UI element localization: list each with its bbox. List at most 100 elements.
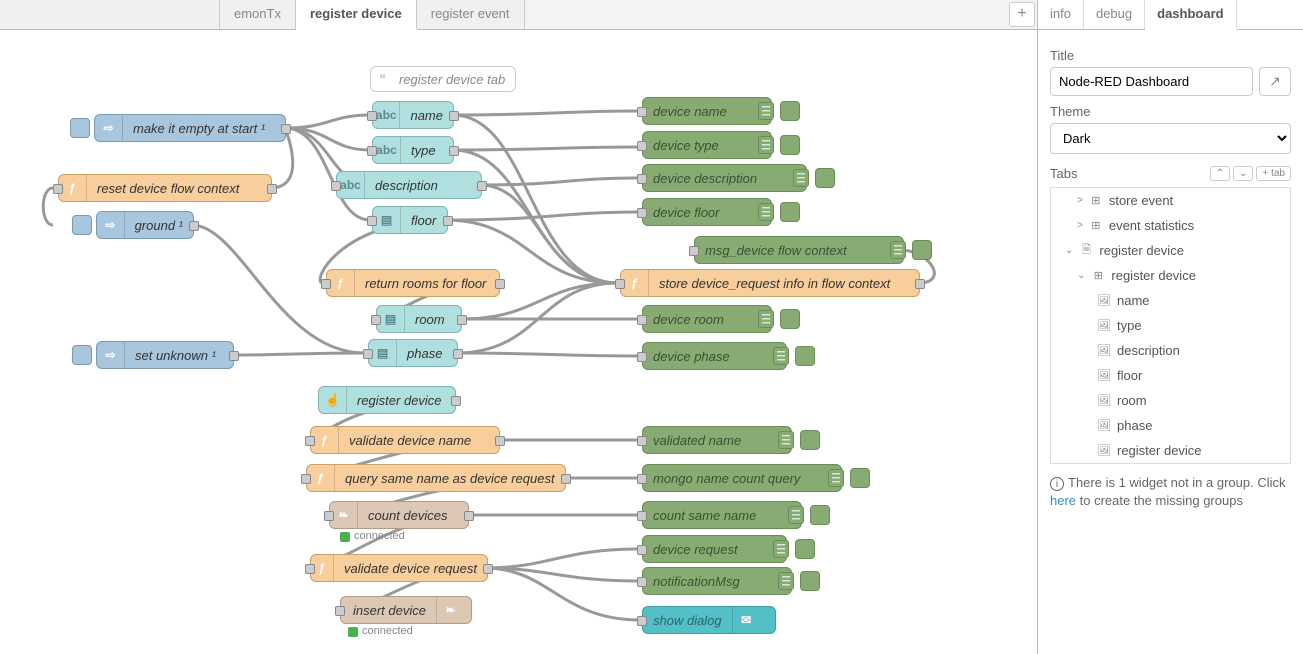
- ui-notification-node[interactable]: show dialog✉: [642, 606, 776, 634]
- mail-icon: ✉: [732, 607, 760, 633]
- sidebar-tab-debug[interactable]: debug: [1084, 0, 1145, 29]
- tabs-label: Tabs: [1050, 166, 1077, 181]
- debug-node[interactable]: device phase: [642, 342, 787, 370]
- debug-toggle[interactable]: [780, 309, 800, 329]
- ui-dropdown-node[interactable]: ▤room: [376, 305, 462, 333]
- workspace-tab[interactable]: register event: [417, 0, 525, 29]
- workspace-tab[interactable]: register device: [296, 0, 417, 30]
- debug-node[interactable]: device description: [642, 164, 807, 192]
- tree-group[interactable]: >⊞event statistics: [1051, 213, 1290, 238]
- tree-group[interactable]: ⌄⊞register device: [1051, 263, 1290, 288]
- tree-widget[interactable]: 🖼description: [1051, 338, 1290, 363]
- image-icon: 🖼: [1097, 369, 1111, 383]
- tree-widget[interactable]: 🖼type: [1051, 313, 1290, 338]
- debug-bars-icon: [773, 347, 789, 365]
- debug-bars-icon: [778, 431, 794, 449]
- function-node[interactable]: ƒvalidate device name: [310, 426, 500, 454]
- flow-canvas[interactable]: register device tab ⇨make it empty at st…: [0, 30, 1037, 654]
- inject-node[interactable]: ⇨set unknown ¹: [96, 341, 234, 369]
- open-dashboard-button[interactable]: ↗: [1259, 67, 1291, 96]
- debug-toggle[interactable]: [780, 135, 800, 155]
- debug-toggle[interactable]: [780, 101, 800, 121]
- sidebar-tab-info[interactable]: info: [1038, 0, 1084, 29]
- image-icon: 🖼: [1097, 419, 1111, 433]
- ui-dropdown-node[interactable]: ▤phase: [368, 339, 458, 367]
- tree-widget[interactable]: 🖼phase: [1051, 413, 1290, 438]
- ui-text-input-node[interactable]: abcdescription: [336, 171, 482, 199]
- inject-node[interactable]: ⇨ground ¹: [96, 211, 194, 239]
- function-node[interactable]: ƒquery same name as device request: [306, 464, 566, 492]
- workspace-tab[interactable]: [0, 0, 220, 29]
- ui-text-input-node[interactable]: abctype: [372, 136, 454, 164]
- inject-button[interactable]: [70, 118, 90, 138]
- flow-editor: emonTx register device register event +: [0, 0, 1038, 654]
- add-tab-button[interactable]: + tab: [1256, 166, 1291, 181]
- debug-toggle[interactable]: [800, 571, 820, 591]
- ui-text-input-node[interactable]: abcname: [372, 101, 454, 129]
- tree-widget[interactable]: 🖼floor: [1051, 363, 1290, 388]
- abc-icon: abc: [373, 137, 401, 163]
- collapse-button[interactable]: ⌃: [1210, 166, 1230, 181]
- tree-tab[interactable]: ⌄🗎register device: [1051, 238, 1290, 263]
- page-icon: 🗎: [1079, 244, 1093, 258]
- mongodb-node[interactable]: ❧count devices: [329, 501, 469, 529]
- function-node[interactable]: ƒreset device flow context: [58, 174, 272, 202]
- image-icon: 🖼: [1097, 294, 1111, 308]
- debug-node[interactable]: device name: [642, 97, 772, 125]
- sidebar-tabs: info debug dashboard: [1038, 0, 1303, 30]
- debug-toggle[interactable]: [795, 346, 815, 366]
- image-icon: 🖼: [1097, 444, 1111, 458]
- comment-node[interactable]: register device tab: [370, 66, 516, 92]
- dashboard-title-input[interactable]: [1050, 67, 1253, 96]
- debug-toggle[interactable]: [850, 468, 870, 488]
- debug-bars-icon: [758, 136, 774, 154]
- expand-button[interactable]: ⌄: [1233, 166, 1253, 181]
- debug-bars-icon: [828, 469, 844, 487]
- function-node[interactable]: ƒreturn rooms for floor: [326, 269, 500, 297]
- debug-node[interactable]: count same name: [642, 501, 802, 529]
- debug-toggle[interactable]: [912, 240, 932, 260]
- inject-button[interactable]: [72, 215, 92, 235]
- mongodb-node[interactable]: insert device❧: [340, 596, 472, 624]
- ui-button-node[interactable]: ☝register device: [318, 386, 456, 414]
- debug-toggle[interactable]: [815, 168, 835, 188]
- tree-widget[interactable]: 🖼name: [1051, 288, 1290, 313]
- status-text: connected: [354, 530, 405, 542]
- arrow-icon: ⇨: [95, 115, 123, 141]
- debug-node[interactable]: notificationMsg: [642, 567, 792, 595]
- debug-node[interactable]: msg_device flow context: [694, 236, 904, 264]
- ui-dropdown-node[interactable]: ▤floor: [372, 206, 448, 234]
- tree-widget[interactable]: 🖼room: [1051, 388, 1290, 413]
- status-dot: [340, 532, 350, 542]
- dashboard-tree: >⊞store event >⊞event statistics ⌄🗎regis…: [1050, 187, 1291, 464]
- arrow-icon: ⇨: [97, 212, 125, 238]
- add-tab-button[interactable]: +: [1009, 2, 1035, 27]
- debug-node[interactable]: device room: [642, 305, 772, 333]
- theme-select[interactable]: Dark: [1050, 123, 1291, 154]
- debug-node[interactable]: device request: [642, 535, 787, 563]
- debug-toggle[interactable]: [800, 430, 820, 450]
- leaf-icon: ❧: [330, 502, 358, 528]
- function-icon: ƒ: [621, 270, 649, 296]
- tree-widget[interactable]: 🖼register device: [1051, 438, 1290, 463]
- function-node[interactable]: ƒvalidate device request: [310, 554, 488, 582]
- debug-toggle[interactable]: [810, 505, 830, 525]
- inject-button[interactable]: [72, 345, 92, 365]
- debug-node[interactable]: mongo name count query: [642, 464, 842, 492]
- status-dot: [348, 627, 358, 637]
- form-icon: ▤: [377, 306, 405, 332]
- function-node[interactable]: ƒstore device_request info in flow conte…: [620, 269, 920, 297]
- debug-node[interactable]: device floor: [642, 198, 772, 226]
- theme-label: Theme: [1050, 104, 1291, 119]
- create-groups-link[interactable]: here: [1050, 493, 1076, 508]
- debug-toggle[interactable]: [795, 539, 815, 559]
- tree-group[interactable]: >⊞store event: [1051, 188, 1290, 213]
- info-icon: i: [1050, 477, 1064, 491]
- sidebar-tab-dashboard[interactable]: dashboard: [1145, 0, 1236, 30]
- workspace-tab[interactable]: emonTx: [220, 0, 296, 29]
- debug-node[interactable]: validated name: [642, 426, 792, 454]
- function-icon: ƒ: [311, 427, 339, 453]
- debug-node[interactable]: device type: [642, 131, 772, 159]
- debug-toggle[interactable]: [780, 202, 800, 222]
- inject-node[interactable]: ⇨make it empty at start ¹: [94, 114, 286, 142]
